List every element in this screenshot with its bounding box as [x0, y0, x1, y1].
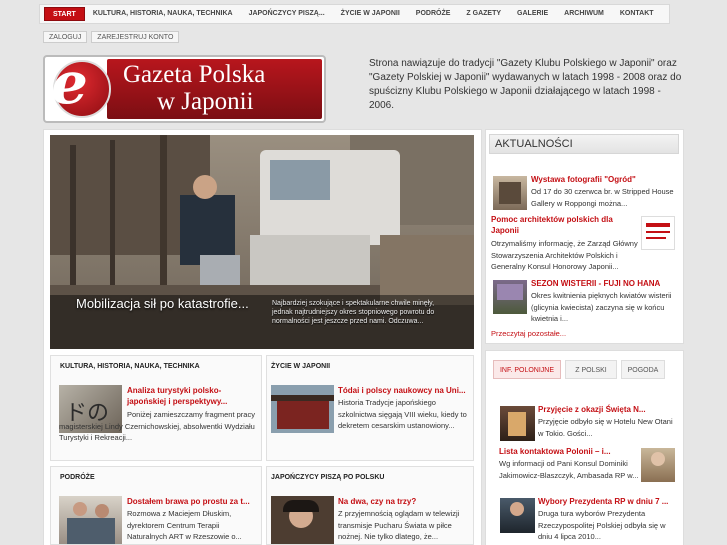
account-links: ZALOGUJ ZAREJESTRUJ KONTO [43, 31, 180, 43]
podroze-article-text: Rozmowa z Maciejem Dłuskim, dyrektorem C… [127, 509, 242, 541]
nav-archiwum[interactable]: ARCHIWUM [556, 7, 612, 21]
slide-description: Najbardziej szokujące i spektakularne ch… [272, 300, 435, 325]
nav-zycie[interactable]: ŻYCIE W JAPONII [333, 7, 408, 21]
news-2-text: Otrzymaliśmy informację, że Zarząd Główn… [491, 239, 638, 271]
japonczycy-article-title[interactable]: Na dwa, czy na trzy? [338, 496, 471, 507]
kultura-article-text: Poniżej zamieszczamy fragment pracy magi… [59, 410, 255, 442]
tab-article-1-text: Przyjęcie odbyło się w Hotelu New Otani … [538, 417, 673, 438]
logo-title-line2: w Japonii [157, 88, 254, 115]
news-2-thumbnail[interactable] [641, 216, 675, 250]
tab-article-1-title[interactable]: Przyjęcie z okazji Święta N... [538, 404, 678, 415]
nav-kontakt[interactable]: KONTAKT [612, 7, 662, 21]
kultura-article-title[interactable]: Analiza turystyki polsko-japońskiej i pe… [127, 385, 260, 407]
news-heading: AKTUALNOŚCI [489, 134, 679, 154]
tab-article-2-thumbnail[interactable] [641, 448, 675, 482]
nav-japonczycy[interactable]: JAPOŃCZYCY PISZĄ... [241, 7, 333, 21]
tab-article-2-text: Wg informacji od Pani Konsul Dominiki Ja… [499, 459, 639, 480]
japonczycy-thumbnail[interactable] [271, 496, 334, 544]
tab-article-1-thumbnail[interactable] [500, 406, 535, 441]
tab-article-3-title[interactable]: Wybory Prezydenta RP w dniu 7 ... [538, 496, 678, 507]
zycie-article-text: Historia Tradycje japońskiego szkolnictw… [338, 398, 467, 430]
register-button[interactable]: ZAREJESTRUJ KONTO [91, 31, 180, 43]
nav-galerie[interactable]: GALERIE [509, 7, 556, 21]
nav-kultura[interactable]: KULTURA, HISTORIA, NAUKA, TECHNIKA [85, 7, 241, 21]
news-2-title[interactable]: Pomoc architektów polskich dla Japonii [491, 214, 636, 236]
news-3-title[interactable]: SEZON WISTERII - FUJI NO HANA [531, 278, 681, 289]
nav-z-gazety[interactable]: Z GAZETY [458, 7, 509, 21]
nav-start[interactable]: START [44, 7, 85, 21]
nav-podroze[interactable]: PODRÓŻE [408, 7, 459, 21]
tab-inf-polonijne[interactable]: INF. POLONIJNE [493, 360, 561, 379]
section-japonczycy-title[interactable]: JAPOŃCZYCY PISZĄ PO POLSKU [271, 474, 384, 481]
news-read-more-link[interactable]: Przeczytaj pozostałe... [491, 329, 566, 338]
japonczycy-article-text: Z przyjemnością oglądam w telewizji tran… [338, 509, 460, 541]
podroze-thumbnail[interactable] [59, 496, 122, 544]
logo-letter: e [51, 55, 88, 117]
section-zycie-title[interactable]: ŻYCIE W JAPONII [271, 363, 330, 370]
podroze-article-title[interactable]: Dostałem brawa po prostu za t... [127, 496, 260, 507]
section-podroze-title[interactable]: PODRÓŻE [60, 474, 95, 481]
tab-article-2-title[interactable]: Lista kontaktowa Polonii – i... [499, 446, 639, 457]
section-kultura-title[interactable]: KULTURA, HISTORIA, NAUKA, TECHNIKA [60, 363, 200, 370]
zycie-article-title[interactable]: Tódai i polscy naukowcy na Uni... [338, 385, 471, 396]
zycie-thumbnail[interactable] [271, 385, 334, 433]
news-1-thumbnail[interactable] [493, 176, 527, 210]
tab-pogoda[interactable]: POGODA [621, 360, 665, 379]
news-3-thumbnail[interactable] [493, 280, 527, 314]
logo-title-line1: Gazeta Polska [123, 61, 266, 88]
news-1-text: Od 17 do 30 czerwca br. w Stripped House… [531, 187, 674, 208]
tab-article-3-text: Druga tura wyborów Prezydenta Rzeczyposp… [538, 509, 666, 541]
news-1-title[interactable]: Wystawa fotografii "Ogród" [531, 174, 681, 185]
site-logo[interactable]: e Gazeta Polska w Japonii [43, 55, 326, 123]
login-button[interactable]: ZALOGUJ [43, 31, 88, 43]
tab-z-polski[interactable]: Z POLSKI [565, 360, 617, 379]
slide-caption[interactable]: Mobilizacja sił po katastrofie... [76, 296, 249, 311]
tab-article-3-thumbnail[interactable] [500, 498, 535, 533]
news-3-text: Okres kwitnienia pięknych kwiatów wister… [531, 291, 672, 323]
site-intro: Strona nawiązuje do tradycji "Gazety Klu… [369, 58, 682, 111]
main-navigation: START KULTURA, HISTORIA, NAUKA, TECHNIKA… [39, 4, 670, 24]
